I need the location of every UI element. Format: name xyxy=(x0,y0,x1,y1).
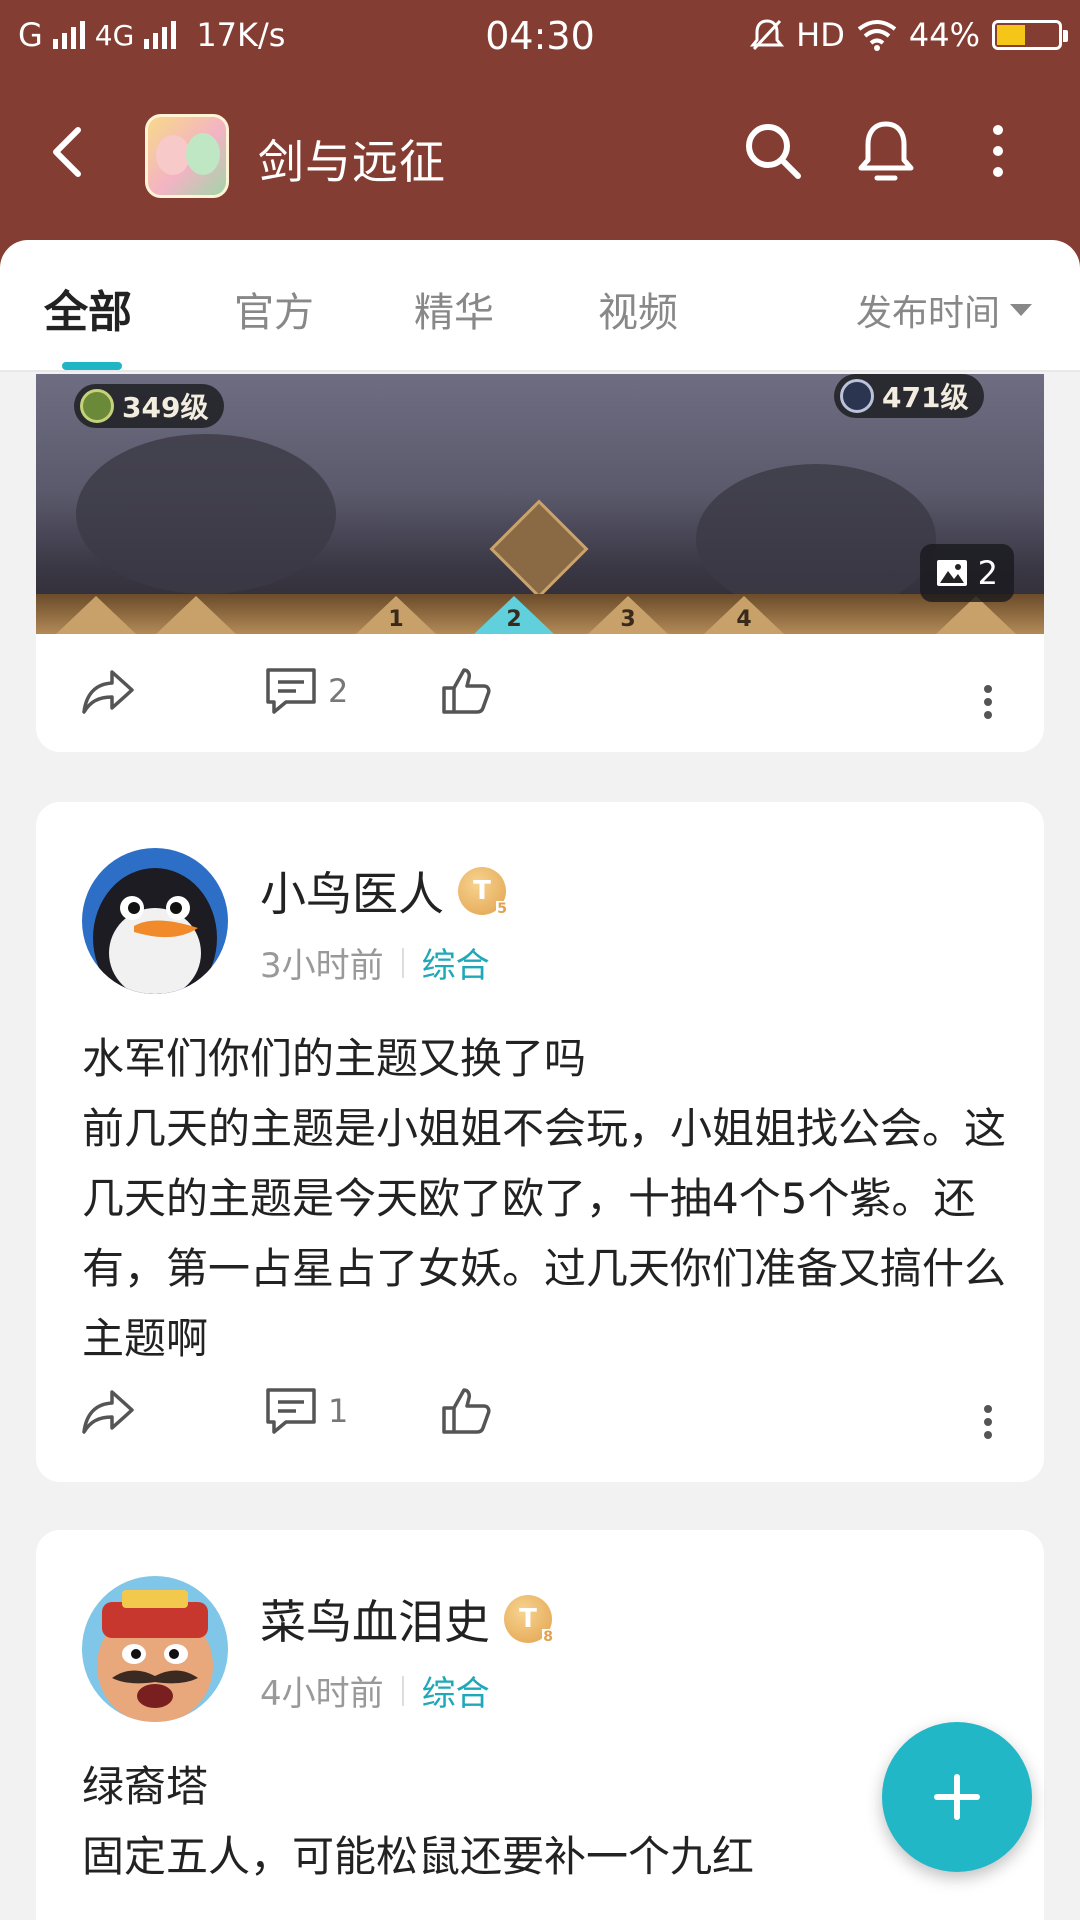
back-arrow-icon[interactable] xyxy=(40,122,100,182)
share-icon xyxy=(82,1390,134,1434)
level-badge: 349级 xyxy=(74,384,225,428)
username[interactable]: 菜鸟血泪史 xyxy=(260,1586,490,1652)
tab-official[interactable]: 官方 xyxy=(234,280,314,338)
king-avatar-image xyxy=(82,1576,228,1722)
comment-icon xyxy=(266,668,316,714)
battery-icon xyxy=(992,20,1068,50)
comment-button[interactable]: 2 xyxy=(264,666,348,716)
tab-bar: 全部 官方 精华 视频 发布时间 xyxy=(0,240,1080,372)
slot-label: 1 xyxy=(388,607,404,632)
avatar[interactable] xyxy=(82,1576,228,1722)
thumbs-up-icon xyxy=(442,668,491,714)
post-body[interactable]: 绿裔塔 固定五人，可能松鼠还要补一个九红 xyxy=(82,1752,1012,1892)
post-actions: 1 xyxy=(36,1376,1044,1456)
wifi-icon xyxy=(857,20,897,51)
level-icon xyxy=(80,389,114,423)
app-title: 剑与远征 xyxy=(258,135,446,189)
tab-all[interactable]: 全部 xyxy=(44,276,132,340)
penguin-avatar-image xyxy=(82,848,228,994)
comment-button[interactable]: 1 xyxy=(264,1386,348,1436)
slot-label: 3 xyxy=(620,607,636,632)
hd-label: HD xyxy=(796,16,845,54)
bell-icon[interactable] xyxy=(853,116,919,186)
share-icon xyxy=(82,670,134,714)
post-meta: 4小时前 综合 xyxy=(260,1666,490,1715)
tab-video[interactable]: 视频 xyxy=(598,280,678,338)
post-body[interactable]: 水军们你们的主题又换了吗 前几天的主题是小姐姐不会玩，小姐姐找公会。这几天的主题… xyxy=(82,1024,1012,1374)
image-icon xyxy=(936,560,967,586)
avatar[interactable] xyxy=(82,848,228,994)
like-button[interactable] xyxy=(440,1386,492,1436)
comment-count: 1 xyxy=(328,1392,349,1430)
share-button[interactable] xyxy=(80,1386,136,1436)
tab-indicator xyxy=(62,362,122,370)
divider xyxy=(401,947,404,978)
slot-label: 4 xyxy=(736,607,752,632)
map-node-icon xyxy=(489,499,589,599)
search-icon[interactable] xyxy=(740,118,806,184)
slot-label: 2 xyxy=(506,607,522,632)
more-vertical-icon[interactable] xyxy=(982,1404,994,1440)
share-button[interactable] xyxy=(80,666,136,716)
divider xyxy=(401,1675,404,1706)
sort-label: 发布时间 xyxy=(855,293,1000,334)
sort-dropdown[interactable]: 发布时间 xyxy=(856,284,1032,336)
username-row: 菜鸟血泪史 T 8 xyxy=(260,1586,554,1652)
post-image[interactable]: 1 2 3 4 349级 471级 2 xyxy=(36,374,1044,634)
category-tag[interactable]: 综合 xyxy=(422,938,490,987)
level-badge: 471级 xyxy=(834,374,985,418)
more-vertical-icon[interactable] xyxy=(976,118,1020,184)
user-level-badge: T 5 xyxy=(458,867,508,917)
post-time: 3小时前 xyxy=(260,946,384,986)
post-time: 4小时前 xyxy=(260,1674,384,1714)
image-count-badge: 2 xyxy=(919,544,1014,602)
post-card[interactable]: 菜鸟血泪史 T 8 4小时前 综合 绿裔塔 固定五人，可能松鼠还要补一个九红 xyxy=(36,1530,1044,1920)
username-row: 小鸟医人 T 5 xyxy=(260,858,508,924)
post-actions: 2 xyxy=(36,656,1044,736)
category-tag[interactable]: 综合 xyxy=(422,1666,490,1715)
new-post-plus-button[interactable] xyxy=(882,1722,1032,1872)
battery-fill xyxy=(997,25,1026,45)
like-button[interactable] xyxy=(440,666,492,716)
username[interactable]: 小鸟医人 xyxy=(260,858,444,924)
mute-bell-icon xyxy=(750,19,785,51)
post-card[interactable]: 1 2 3 4 349级 471级 2 2 xyxy=(36,374,1044,752)
status-bar: G 4G 17K/s 04:30 HD 44% xyxy=(0,0,1080,76)
thumbs-up-icon xyxy=(442,1388,491,1434)
battery-percent: 44% xyxy=(908,16,980,54)
post-meta: 3小时前 综合 xyxy=(260,938,490,987)
user-level-badge: T 8 xyxy=(504,1595,554,1645)
app-bar: 剑与远征 xyxy=(0,96,1080,216)
more-vertical-icon[interactable] xyxy=(982,684,994,720)
tab-featured[interactable]: 精华 xyxy=(414,280,494,338)
comment-count: 2 xyxy=(328,672,349,710)
comment-icon xyxy=(266,1388,316,1434)
post-card[interactable]: 小鸟医人 T 5 3小时前 综合 水军们你们的主题又换了吗 前几天的主题是小姐姐… xyxy=(36,802,1044,1482)
chevron-down-icon xyxy=(1010,304,1032,316)
star-level-icon xyxy=(840,379,874,413)
app-icon[interactable] xyxy=(145,114,229,198)
